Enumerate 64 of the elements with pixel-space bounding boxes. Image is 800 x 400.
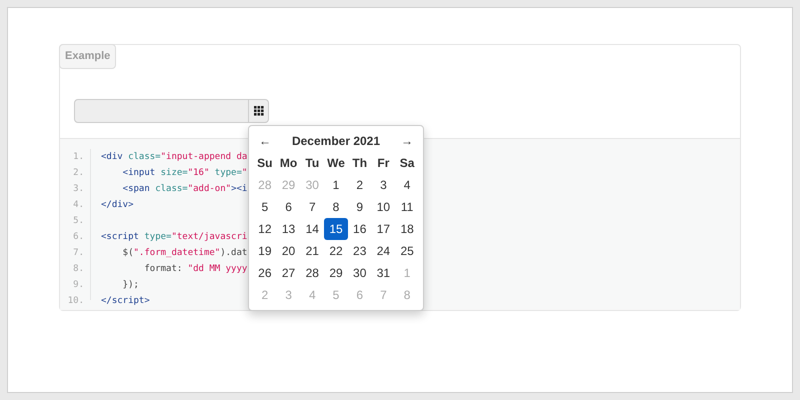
date-input-field[interactable] <box>74 99 249 123</box>
day-cell[interactable]: 1 <box>324 174 348 196</box>
day-cell[interactable]: 11 <box>395 196 419 218</box>
day-cell[interactable]: 2 <box>348 174 372 196</box>
line-number: 8. <box>72 263 84 276</box>
line-number: 5. <box>72 215 84 228</box>
day-cell[interactable]: 26 <box>253 262 277 284</box>
code-line: <span class="add-on"><i <box>122 184 248 194</box>
day-cell[interactable]: 23 <box>348 240 372 262</box>
line-number: 4. <box>72 199 84 212</box>
day-cell[interactable]: 12 <box>253 218 277 240</box>
day-cell[interactable]: 19 <box>253 240 277 262</box>
day-cell[interactable]: 6 <box>276 196 300 218</box>
day-cell[interactable]: 31 <box>372 262 396 284</box>
weekday-label: We <box>326 155 346 172</box>
weekday-label: Sa <box>398 155 416 172</box>
day-cell[interactable]: 20 <box>276 240 300 262</box>
day-cell[interactable]: 17 <box>372 218 396 240</box>
day-cell[interactable]: 10 <box>372 196 396 218</box>
code-line: format: "dd MM yyyy <box>143 264 248 274</box>
day-cell[interactable]: 16 <box>348 218 372 240</box>
calendar-add-on-button[interactable] <box>249 99 269 123</box>
line-number: 7. <box>72 247 84 260</box>
day-cell[interactable]: 7 <box>300 196 324 218</box>
month-title[interactable]: December 2021 <box>277 132 395 150</box>
day-cell[interactable]: 3 <box>372 174 396 196</box>
line-number: 9. <box>72 279 84 292</box>
weekday-label: Su <box>256 155 274 172</box>
code-line: <div class="input-append da <box>101 152 248 162</box>
day-cell[interactable]: 29 <box>324 262 348 284</box>
weekday-label: Tu <box>304 155 320 172</box>
code-line: <input size="16" type=" <box>122 168 248 178</box>
day-cell[interactable]: 30 <box>348 262 372 284</box>
day-cell[interactable]: 24 <box>372 240 396 262</box>
next-month-button[interactable]: → <box>395 132 419 150</box>
code-line: </script> <box>101 296 150 306</box>
day-cell[interactable]: 14 <box>300 218 324 240</box>
code-line: $(".form_datetime").dat <box>122 248 248 258</box>
day-cell[interactable]: 15 <box>324 218 348 240</box>
day-cell[interactable]: 4 <box>395 174 419 196</box>
day-cell[interactable]: 9 <box>348 196 372 218</box>
day-cell[interactable]: 27 <box>276 262 300 284</box>
code-line: </div> <box>101 200 134 210</box>
line-number: 6. <box>72 231 84 244</box>
previous-month-button[interactable]: ← <box>253 132 277 150</box>
day-cell[interactable]: 8 <box>324 196 348 218</box>
code-line: }); <box>122 280 139 290</box>
line-number: 10. <box>66 295 84 308</box>
line-number: 2. <box>72 167 84 180</box>
day-cell[interactable]: 21 <box>300 240 324 262</box>
calendar-grid-icon <box>254 106 264 116</box>
day-cell[interactable]: 18 <box>395 218 419 240</box>
day-cell[interactable]: 22 <box>324 240 348 262</box>
day-cell[interactable]: 28 <box>300 262 324 284</box>
day-cell[interactable]: 25 <box>395 240 419 262</box>
code-line: <script type="text/javascri <box>101 232 248 242</box>
line-number: 3. <box>72 183 84 196</box>
day-cell[interactable]: 13 <box>276 218 300 240</box>
weekday-label: Th <box>351 155 368 172</box>
example-label: Example <box>59 44 116 68</box>
weekday-label: Fr <box>376 155 390 172</box>
weekday-label: Mo <box>278 155 298 172</box>
day-cell[interactable]: 5 <box>253 196 277 218</box>
line-number: 1. <box>72 151 84 164</box>
